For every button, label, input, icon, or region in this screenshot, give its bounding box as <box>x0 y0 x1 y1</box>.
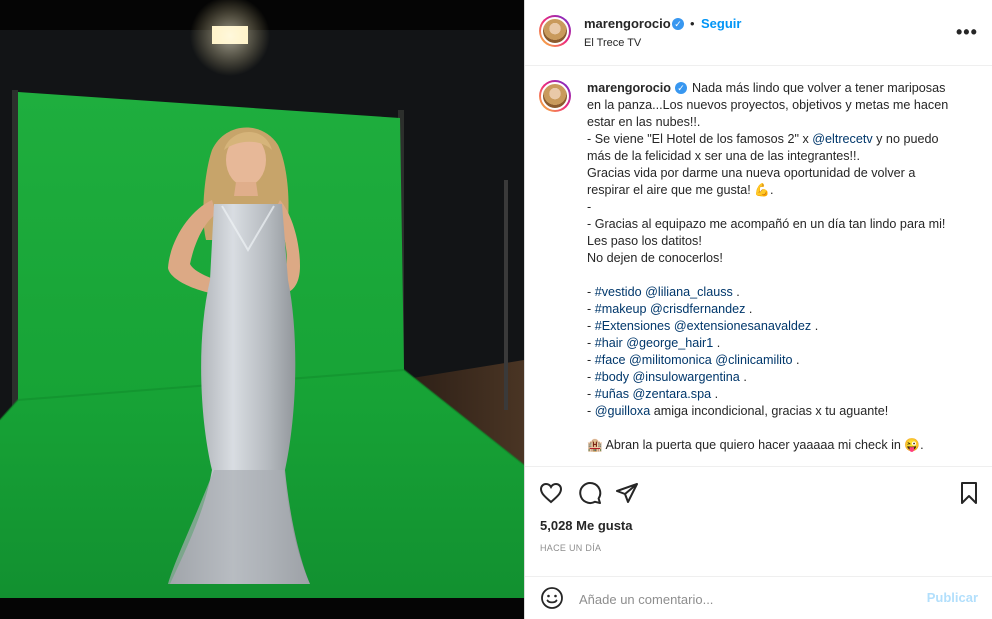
separator-dot: • <box>690 16 695 31</box>
caption-text: - <box>587 302 595 316</box>
caption-line: - #vestido @liliana_clauss . <box>587 284 962 301</box>
caption-line <box>587 267 962 284</box>
caption-text: . <box>713 336 721 350</box>
caption-scroll-area[interactable]: marengorocio ✓ Nada más lindo que volver a… <box>525 66 992 466</box>
caption-text: . <box>739 370 747 384</box>
caption-line: - <box>587 199 962 216</box>
caption-text: Gracias vida por darme una nueva oportun… <box>587 166 916 180</box>
caption-mention-link[interactable]: #body @insulowargentina <box>595 370 740 384</box>
post-header: marengorocio ✓ • Seguir El Trece TV ••• <box>525 0 992 66</box>
caption-username[interactable]: marengorocio <box>587 81 671 95</box>
caption-text: . <box>711 387 719 401</box>
caption-text: - <box>587 387 595 401</box>
caption-line: - #uñas @zentara.spa . <box>587 386 962 403</box>
caption-verified-badge-icon: ✓ <box>674 82 687 94</box>
caption-text: - <box>587 404 595 418</box>
caption-line: estar en las nubes!!. <box>587 114 962 131</box>
caption-text: en la panza...Los nuevos proyectos, obje… <box>587 98 949 112</box>
comment-bubble-icon[interactable] <box>578 481 602 510</box>
caption-text: Nada más lindo que volver a tener maripo… <box>691 81 946 95</box>
post-photo[interactable] <box>0 0 524 619</box>
caption-avatar[interactable] <box>539 80 571 112</box>
post-location[interactable]: El Trece TV <box>584 37 641 49</box>
caption-line: Les paso los datitos! <box>587 233 962 250</box>
caption-mention-link[interactable]: #Extensiones @extensionesanavaldez <box>595 319 812 333</box>
caption-mention-link[interactable]: @eltrecetv <box>812 132 872 146</box>
caption-mention-link[interactable]: #hair @george_hair1 <box>595 336 714 350</box>
caption-text: y no puedo <box>872 132 939 146</box>
caption-text: No dejen de conocerlos! <box>587 251 723 265</box>
caption-text: - Se viene "El Hotel de los famosos 2" x <box>587 132 813 146</box>
caption-line: - #Extensiones @extensionesanavaldez . <box>587 318 962 335</box>
caption-mention-link[interactable]: #makeup @crisdfernandez <box>595 302 746 316</box>
caption-line: - Gracias al equipazo me acompañó en un … <box>587 216 962 233</box>
like-heart-icon[interactable] <box>539 481 563 510</box>
comment-input[interactable] <box>577 587 911 611</box>
author-avatar[interactable] <box>539 15 571 47</box>
caption-text: - <box>587 353 595 367</box>
caption-text: - <box>587 319 595 333</box>
caption-line: - #makeup @crisdfernandez . <box>587 301 962 318</box>
likes-count[interactable]: 5,028 Me gusta <box>540 518 633 533</box>
post-timestamp[interactable]: HACE UN DÍA <box>540 543 601 553</box>
caption-mention-link[interactable]: #vestido @liliana_clauss <box>595 285 733 299</box>
caption-text: - <box>587 336 595 350</box>
post-actions: 5,028 Me gusta HACE UN DÍA <box>525 466 992 576</box>
follow-button[interactable]: Seguir <box>701 16 741 31</box>
caption-text: - <box>587 200 592 214</box>
caption-line: 🏨 Abran la puerta que quiero hacer yaaaa… <box>587 437 962 454</box>
caption-line: - #hair @george_hair1 . <box>587 335 962 352</box>
caption-line: - Se viene "El Hotel de los famosos 2" x… <box>587 131 962 148</box>
caption-line <box>587 420 962 437</box>
caption-line: Gracias vida por darme una nueva oportun… <box>587 165 962 182</box>
caption-line: - #face @militomonica @clinicamilito . <box>587 352 962 369</box>
caption-mention-link[interactable]: #face @militomonica @clinicamilito <box>595 353 793 367</box>
caption-text: - <box>587 370 595 384</box>
more-options-icon[interactable]: ••• <box>956 22 978 43</box>
post-panel: marengorocio ✓ • Seguir El Trece TV ••• … <box>524 0 992 619</box>
caption-text: Les paso los datitos! <box>587 234 702 248</box>
caption-text: respirar el aire que me gusta! 💪. <box>587 183 774 197</box>
caption-text: estar en las nubes!!. <box>587 115 701 129</box>
caption-text: . <box>732 285 740 299</box>
caption-line: respirar el aire que me gusta! 💪. <box>587 182 962 199</box>
verified-badge-icon: ✓ <box>672 18 684 30</box>
share-paper-plane-icon[interactable] <box>615 481 639 510</box>
caption-text: 🏨 Abran la puerta que quiero hacer yaaaa… <box>587 438 924 452</box>
caption-mention-link[interactable]: @guilloxa <box>595 404 651 418</box>
post-caption: marengorocio ✓ Nada más lindo que volver a… <box>587 80 962 454</box>
caption-text: más de la felicidad x ser una de las int… <box>587 149 861 163</box>
caption-line: en la panza...Los nuevos proyectos, obje… <box>587 97 962 114</box>
caption-line: No dejen de conocerlos! <box>587 250 962 267</box>
caption-text: amiga incondicional, gracias x tu aguant… <box>650 404 889 418</box>
caption-mention-link[interactable]: #uñas @zentara.spa <box>595 387 711 401</box>
caption-text: . <box>811 319 819 333</box>
caption-line: - #body @insulowargentina . <box>587 369 962 386</box>
caption-text: . <box>792 353 800 367</box>
comment-bar: Publicar <box>525 576 992 619</box>
caption-line: más de la felicidad x ser una de las int… <box>587 148 962 165</box>
caption-line: - @guilloxa amiga incondicional, gracias… <box>587 403 962 420</box>
caption-text: - Gracias al equipazo me acompañó en un … <box>587 217 946 231</box>
caption-text: . <box>745 302 753 316</box>
save-bookmark-icon[interactable] <box>957 481 981 510</box>
caption-text: - <box>587 285 595 299</box>
author-username[interactable]: marengorocio <box>584 16 671 31</box>
caption-line: marengorocio ✓ Nada más lindo que volver a… <box>587 80 962 97</box>
publish-button[interactable]: Publicar <box>927 590 978 605</box>
emoji-icon[interactable] <box>540 586 564 615</box>
post-image <box>0 0 524 619</box>
